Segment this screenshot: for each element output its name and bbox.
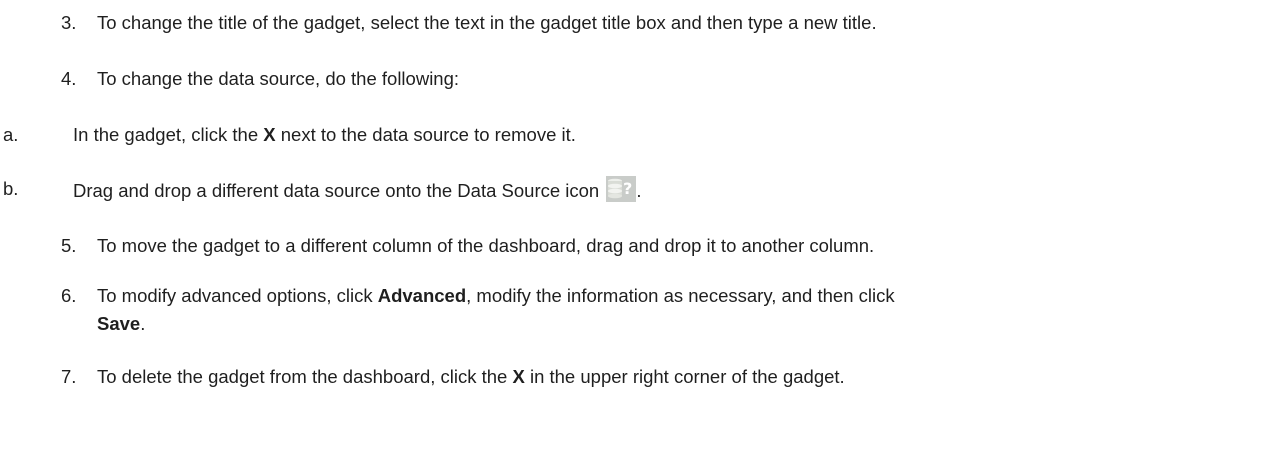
substep-text: In the gadget, click the X next to the d… — [73, 122, 576, 148]
bold-text: X — [263, 124, 276, 145]
text-run: Drag and drop a different data source on… — [73, 180, 605, 201]
step-text: To delete the gadget from the dashboard,… — [97, 364, 845, 390]
step-text: To modify advanced options, click Advanc… — [97, 283, 895, 309]
step-number: 3. — [61, 12, 77, 33]
text-run: , modify the information as necessary, a… — [466, 285, 895, 306]
step-text: To change the data source, do the follow… — [97, 68, 460, 89]
text-run: in the upper right corner of the gadget. — [524, 366, 845, 387]
step-number: 5. — [61, 235, 77, 256]
text-run: In the gadget, click the — [73, 124, 264, 145]
substep-letter: b. — [3, 178, 19, 199]
document-page: 3. To change the title of the gadget, se… — [0, 0, 1269, 470]
text-run: . — [636, 180, 642, 201]
step-number: 4. — [61, 68, 77, 89]
bold-text: X — [512, 366, 525, 387]
substep-letter: a. — [3, 124, 19, 145]
step-text: Save. — [97, 311, 145, 337]
bold-text: Advanced — [377, 285, 467, 306]
bold-text: Save — [97, 313, 141, 334]
step-number: 7. — [61, 366, 77, 387]
text-run: To delete the gadget from the dashboard,… — [97, 366, 513, 387]
text-run: next to the data source to remove it. — [275, 124, 576, 145]
step-text: To change the title of the gadget, selec… — [97, 12, 877, 33]
step-text: To move the gadget to a different column… — [97, 235, 875, 256]
text-run: . — [140, 313, 146, 334]
database-question-icon: ? — [606, 176, 637, 202]
substep-text: Drag and drop a different data source on… — [73, 176, 642, 204]
svg-text:?: ? — [623, 179, 632, 198]
step-number: 6. — [61, 285, 77, 306]
text-run: To modify advanced options, click — [97, 285, 378, 306]
